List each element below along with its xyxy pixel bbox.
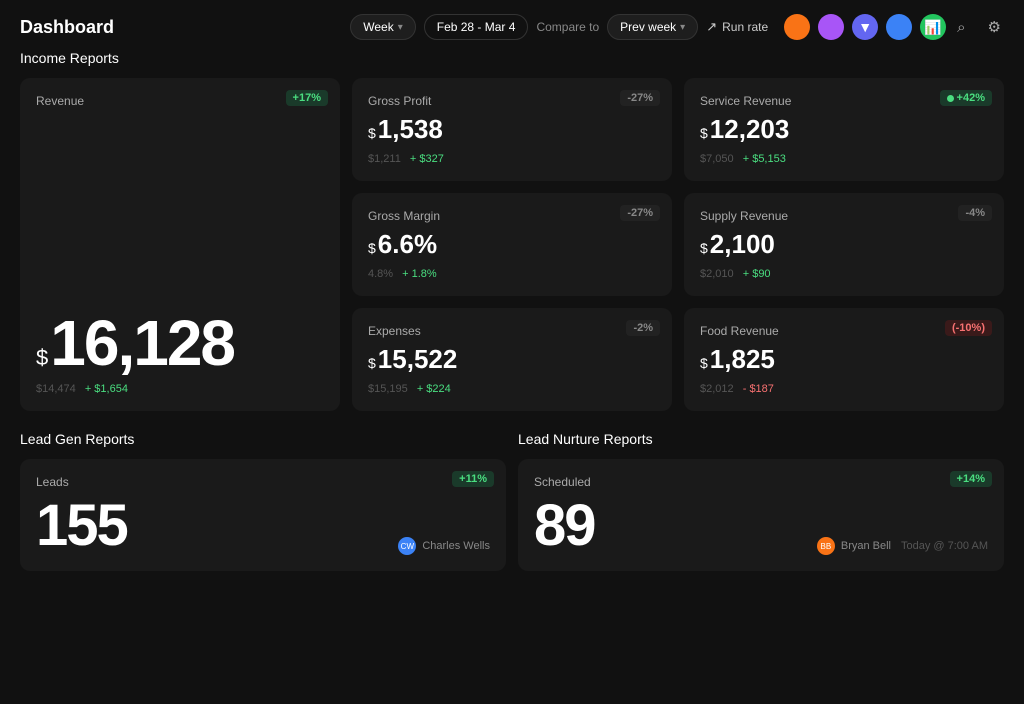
expenses-badge: -2% <box>626 320 660 336</box>
supply-revenue-card: Supply Revenue -4% $ 2,100 $2,010 + $90 <box>684 193 1004 296</box>
service-revenue-value: $ 12,203 <box>700 114 988 145</box>
food-revenue-value: $ 1,825 <box>700 344 988 375</box>
scheduled-label: Scheduled <box>534 475 988 489</box>
week-arrow-icon: ▾ <box>398 22 403 33</box>
revenue-label: Revenue <box>36 94 324 108</box>
scheduled-user: BB Bryan Bell Today @ 7:00 AM <box>817 537 988 555</box>
leads-label: Leads <box>36 475 490 489</box>
supply-revenue-number: 2,100 <box>710 229 775 260</box>
food-revenue-dollar: $ <box>700 355 708 371</box>
gross-margin-number: 6.6% <box>378 229 437 260</box>
scheduled-card: Scheduled +14% 89 BB Bryan Bell Today @ … <box>518 459 1004 571</box>
app-icon-4[interactable] <box>886 14 912 40</box>
revenue-card: Revenue +17% $ 16,128 $14,474 + $1,654 <box>20 78 340 411</box>
leads-card: Leads +11% 155 CW Charles Wells <box>20 459 506 571</box>
date-range: Feb 28 - Mar 4 <box>424 14 529 40</box>
search-icon[interactable]: ⌕ <box>954 16 968 39</box>
leads-user-tag: CW Charles Wells <box>398 537 490 555</box>
bottom-sections: Lead Gen Reports Leads +11% 155 CW Charl… <box>0 431 1024 571</box>
gross-margin-label: Gross Margin <box>368 209 656 223</box>
scheduled-user-avatar: BB <box>817 537 835 555</box>
lead-nurture-section: Lead Nurture Reports Scheduled +14% 89 B… <box>518 431 1004 571</box>
supply-revenue-value: $ 2,100 <box>700 229 988 260</box>
scheduled-user-tag: BB Bryan Bell Today @ 7:00 AM <box>817 537 988 555</box>
leads-user-avatar: CW <box>398 537 416 555</box>
food-revenue-card: Food Revenue (-10%) $ 1,825 $2,012 - $18… <box>684 308 1004 411</box>
revenue-number: 16,128 <box>50 311 234 375</box>
income-reports-title: Income Reports <box>0 50 1024 66</box>
lead-gen-section: Lead Gen Reports Leads +11% 155 CW Charl… <box>20 431 506 571</box>
gross-profit-label: Gross Profit <box>368 94 656 108</box>
gross-profit-sub: $1,211 + $327 <box>368 153 656 165</box>
service-revenue-badge: +42% <box>940 90 992 106</box>
compare-text: Compare to <box>536 20 599 34</box>
supply-revenue-dollar: $ <box>700 240 708 256</box>
app-icon-1[interactable] <box>784 14 810 40</box>
revenue-dollar: $ <box>36 345 48 371</box>
expenses-card: Expenses -2% $ 15,522 $15,195 + $224 <box>352 308 672 411</box>
revenue-badge: +17% <box>286 90 328 106</box>
week-selector[interactable]: Week ▾ <box>350 14 416 40</box>
gross-profit-dollar: $ <box>368 125 376 141</box>
expenses-value: $ 15,522 <box>368 344 656 375</box>
app-icon-5[interactable]: 📊 <box>920 14 946 40</box>
gross-margin-dollar: $ <box>368 240 376 256</box>
gross-margin-badge: -27% <box>620 205 660 221</box>
revenue-sub: $14,474 + $1,654 <box>36 383 324 395</box>
app-icon-2[interactable] <box>818 14 844 40</box>
service-revenue-card: Service Revenue +42% $ 12,203 $7,050 + $… <box>684 78 1004 181</box>
expenses-sub: $15,195 + $224 <box>368 383 656 395</box>
gross-profit-card: Gross Profit -27% $ 1,538 $1,211 + $327 <box>352 78 672 181</box>
gross-margin-card: Gross Margin -27% $ 6.6% 4.8% + 1.8% <box>352 193 672 296</box>
app-icons: ▼ 📊 ⌕ <box>784 14 968 40</box>
income-cards-grid: Revenue +17% $ 16,128 $14,474 + $1,654 G… <box>0 78 1024 411</box>
prev-week-arrow-icon: ▾ <box>680 22 685 33</box>
supply-revenue-sub: $2,010 + $90 <box>700 268 988 280</box>
run-rate-trend-icon: ↗ <box>706 19 717 35</box>
leads-user: CW Charles Wells <box>398 537 490 555</box>
scheduled-badge: +14% <box>950 471 992 487</box>
service-revenue-dot-icon <box>947 95 954 102</box>
gross-profit-number: 1,538 <box>378 114 443 145</box>
supply-revenue-badge: -4% <box>958 205 992 221</box>
service-revenue-number: 12,203 <box>710 114 790 145</box>
expenses-number: 15,522 <box>378 344 458 375</box>
revenue-value: $ 16,128 <box>36 311 324 375</box>
food-revenue-badge: (-10%) <box>945 320 992 336</box>
run-rate-button[interactable]: ↗ Run rate <box>706 19 768 35</box>
food-revenue-number: 1,825 <box>710 344 775 375</box>
food-revenue-sub: $2,012 - $187 <box>700 383 988 395</box>
gross-profit-value: $ 1,538 <box>368 114 656 145</box>
service-revenue-sub: $7,050 + $5,153 <box>700 153 988 165</box>
supply-revenue-label: Supply Revenue <box>700 209 988 223</box>
lead-gen-title: Lead Gen Reports <box>20 431 506 447</box>
expenses-dollar: $ <box>368 355 376 371</box>
expenses-label: Expenses <box>368 324 656 338</box>
prev-week-selector[interactable]: Prev week ▾ <box>607 14 698 40</box>
gross-profit-badge: -27% <box>620 90 660 106</box>
gross-margin-sub: 4.8% + 1.8% <box>368 268 656 280</box>
leads-badge: +11% <box>452 471 494 487</box>
app-icon-3[interactable]: ▼ <box>852 14 878 40</box>
gear-icon[interactable]: ⚙ <box>985 15 1004 39</box>
gross-margin-value: $ 6.6% <box>368 229 656 260</box>
lead-nurture-title: Lead Nurture Reports <box>518 431 1004 447</box>
header-controls: Week ▾ Feb 28 - Mar 4 Compare to Prev we… <box>350 14 1004 40</box>
service-revenue-dollar: $ <box>700 125 708 141</box>
header: Dashboard Week ▾ Feb 28 - Mar 4 Compare … <box>0 0 1024 50</box>
page-title: Dashboard <box>20 17 340 38</box>
